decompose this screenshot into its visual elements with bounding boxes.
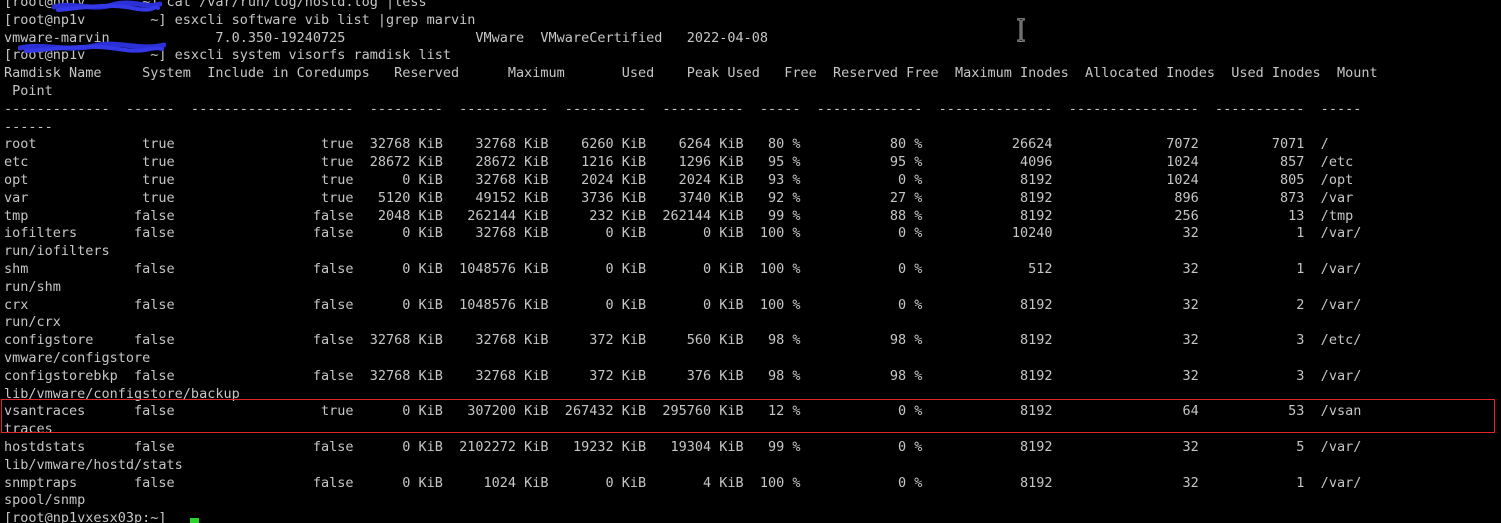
shell-prompt[interactable]: [root@np1vxesx03p:~]	[4, 510, 1378, 523]
table-header-line: Point	[4, 82, 53, 99]
table-row: shm false false 0 KiB 1048576 KiB 0 KiB …	[4, 260, 1362, 277]
table-row: hostdstats false false 0 KiB 2102272 KiB…	[4, 438, 1362, 455]
table-row-continuation: lib/vmware/configstore/backup	[4, 385, 240, 402]
table-row-continuation: run/crx	[4, 314, 61, 331]
table-row: crx false false 0 KiB 1048576 KiB 0 KiB …	[4, 296, 1362, 313]
hostname-redaction	[52, 0, 162, 12]
table-row-continuation: vmware/configstore	[4, 349, 151, 366]
table-separator-line: ------------- ------ -------------------…	[4, 100, 1362, 117]
table-row-continuation: run/shm	[4, 278, 61, 295]
table-row: configstorebkp false false 32768 KiB 327…	[4, 367, 1362, 384]
table-row: root true true 32768 KiB 32768 KiB 6260 …	[4, 136, 1329, 153]
table-separator-line: ------	[4, 118, 53, 135]
table-row-vsantraces: vsantraces false true 0 KiB 307200 KiB 2…	[4, 403, 1362, 420]
table-row: iofilters false false 0 KiB 32768 KiB 0 …	[4, 225, 1362, 242]
terminal-cursor	[190, 518, 199, 523]
hostname-redaction	[18, 41, 166, 53]
table-row: etc true true 28672 KiB 28672 KiB 1216 K…	[4, 154, 1354, 171]
table-row: var true true 5120 KiB 49152 KiB 3736 Ki…	[4, 189, 1354, 206]
terminal-line: [root@np1v ~] cat /var/run/log/hostd.log…	[4, 0, 427, 10]
table-header-line: Ramdisk Name System Include in Coredumps…	[4, 65, 1378, 82]
text-ibeam-cursor-icon	[1017, 18, 1025, 42]
terminal-line: [root@np1v ~] esxcli software vib list |…	[4, 11, 476, 28]
table-row: tmp false false 2048 KiB 262144 KiB 232 …	[4, 207, 1354, 224]
terminal-output: [root@np1v ~] cat /var/run/log/hostd.log…	[4, 0, 1378, 523]
table-row: opt true true 0 KiB 32768 KiB 2024 KiB 2…	[4, 171, 1354, 188]
terminal-line: vmware-marvin 7.0.350-19240725 VMware VM…	[4, 29, 769, 46]
table-row: configstore false false 32768 KiB 32768 …	[4, 332, 1362, 349]
table-row-continuation: traces	[4, 421, 53, 438]
terminal-window[interactable]: [root@np1v ~] cat /var/run/log/hostd.log…	[0, 0, 1501, 523]
table-row: snmptraps false false 0 KiB 1024 KiB 0 K…	[4, 474, 1362, 491]
table-row-continuation: spool/snmp	[4, 492, 86, 509]
table-row-continuation: run/iofilters	[4, 243, 110, 260]
table-row-continuation: lib/vmware/hostd/stats	[4, 456, 183, 473]
terminal-line: [root@np1v ~] esxcli system visorfs ramd…	[4, 47, 452, 64]
